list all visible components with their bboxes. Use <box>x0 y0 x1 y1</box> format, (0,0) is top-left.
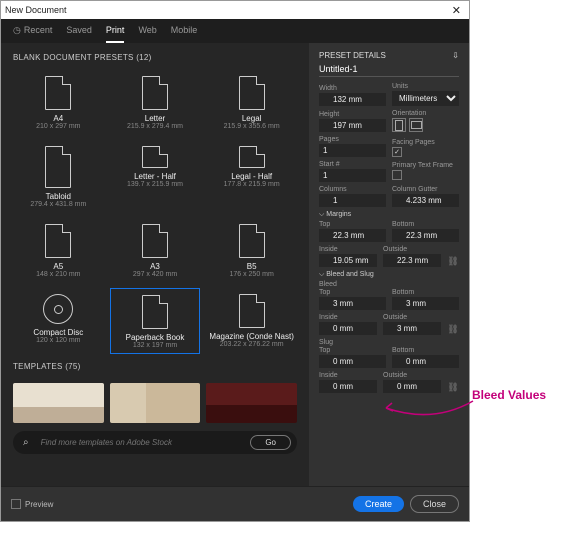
page-icon <box>142 146 168 168</box>
preset-legal[interactable]: Legal215.9 x 355.6 mm <box>206 70 297 134</box>
preset-a3[interactable]: A3297 x 420 mm <box>110 218 201 282</box>
template-strip <box>13 383 297 423</box>
preview-checkbox[interactable] <box>11 499 21 509</box>
start-number-input[interactable] <box>319 169 386 182</box>
titlebar: New Document ✕ <box>1 1 469 19</box>
search-input[interactable] <box>41 438 243 447</box>
bleed-bottom-input[interactable] <box>392 297 459 310</box>
bleed-slug-group[interactable]: Bleed and Slug <box>319 271 459 279</box>
pages-input[interactable] <box>319 144 386 157</box>
slug-top-input[interactable] <box>319 355 386 368</box>
preset-tabloid[interactable]: Tabloid279.4 x 431.8 mm <box>13 140 104 212</box>
preset-a5[interactable]: A5148 x 210 mm <box>13 218 104 282</box>
save-preset-icon[interactable]: ⇩ <box>452 51 459 60</box>
templates-heading: TEMPLATES (75) <box>13 362 297 371</box>
page-icon <box>239 146 265 168</box>
template-thumb[interactable] <box>206 383 297 423</box>
category-tabs: ◷Recent Saved Print Web Mobile <box>1 19 469 43</box>
height-input[interactable] <box>319 119 386 132</box>
margin-bottom-input[interactable] <box>392 229 459 242</box>
slug-inside-input[interactable] <box>319 380 377 393</box>
preset-grid: A4210 x 297 mm Letter215.9 x 279.4 mm Le… <box>13 70 297 354</box>
page-icon <box>239 76 265 110</box>
template-thumb[interactable] <box>13 383 104 423</box>
tab-recent[interactable]: ◷Recent <box>13 25 52 43</box>
document-name-field[interactable]: Untitled-1 <box>319 64 459 77</box>
slug-bottom-input[interactable] <box>392 355 459 368</box>
bleed-outside-input[interactable] <box>383 322 441 335</box>
orientation-portrait[interactable] <box>392 118 406 132</box>
presets-heading: BLANK DOCUMENT PRESETS (12) <box>13 53 297 62</box>
search-row: ⌕ Go <box>13 431 297 454</box>
preset-details-heading: PRESET DETAILS <box>319 51 386 60</box>
preset-b5[interactable]: B5176 x 250 mm <box>206 218 297 282</box>
page-icon <box>142 224 168 258</box>
close-icon[interactable]: ✕ <box>448 4 465 17</box>
tab-mobile[interactable]: Mobile <box>171 25 198 43</box>
clock-icon: ◷ <box>13 25 21 35</box>
page-icon <box>45 146 71 188</box>
gutter-input[interactable] <box>392 194 459 207</box>
margin-inside-input[interactable] <box>319 254 377 267</box>
window-title: New Document <box>5 5 67 15</box>
units-select[interactable]: Millimeters <box>392 91 459 106</box>
tab-web[interactable]: Web <box>138 25 156 43</box>
width-input[interactable] <box>319 93 386 106</box>
dialog-footer: Preview Create Close <box>1 486 469 521</box>
margin-top-input[interactable] <box>319 229 386 242</box>
bleed-top-input[interactable] <box>319 297 386 310</box>
margins-group[interactable]: Margins <box>319 211 459 219</box>
preset-a4[interactable]: A4210 x 297 mm <box>13 70 104 134</box>
preset-compact-disc[interactable]: Compact Disc120 x 120 mm <box>13 288 104 354</box>
facing-pages-checkbox[interactable]: ✓ <box>392 147 402 157</box>
page-icon <box>142 76 168 110</box>
create-button[interactable]: Create <box>353 496 404 512</box>
go-button[interactable]: Go <box>250 435 291 450</box>
link-margins-icon[interactable]: ⛓ <box>447 256 459 267</box>
link-bleed-icon[interactable]: ⛓ <box>447 324 459 335</box>
preset-legal-half[interactable]: Legal - Half177.8 x 215.9 mm <box>206 140 297 212</box>
preset-details-panel: PRESET DETAILS⇩ Untitled-1 Width UnitsMi… <box>309 43 469 486</box>
page-icon <box>45 76 71 110</box>
bleed-inside-input[interactable] <box>319 322 377 335</box>
page-icon <box>239 294 265 328</box>
page-icon <box>142 295 168 329</box>
tab-saved[interactable]: Saved <box>66 25 92 43</box>
page-icon <box>239 224 265 258</box>
preset-magazine[interactable]: Magazine (Conde Nast)203.22 x 276.22 mm <box>206 288 297 354</box>
tab-print[interactable]: Print <box>106 25 125 43</box>
preset-letter[interactable]: Letter215.9 x 279.4 mm <box>110 70 201 134</box>
page-icon <box>45 224 71 258</box>
template-thumb[interactable] <box>110 383 201 423</box>
annotation-label: Bleed Values <box>472 388 546 402</box>
search-icon: ⌕ <box>19 437 33 448</box>
margin-outside-input[interactable] <box>383 254 441 267</box>
preset-paperback-book[interactable]: Paperback Book132 x 197 mm <box>110 288 201 354</box>
orientation-landscape[interactable] <box>409 118 423 132</box>
preset-letter-half[interactable]: Letter - Half139.7 x 215.9 mm <box>110 140 201 212</box>
new-document-dialog: New Document ✕ ◷Recent Saved Print Web M… <box>0 0 470 522</box>
disc-icon <box>43 294 73 324</box>
left-panel: BLANK DOCUMENT PRESETS (12) A4210 x 297 … <box>1 43 309 486</box>
link-slug-icon[interactable]: ⛓ <box>447 382 459 393</box>
columns-input[interactable] <box>319 194 386 207</box>
slug-outside-input[interactable] <box>383 380 441 393</box>
primary-text-frame-checkbox[interactable] <box>392 170 402 180</box>
close-button[interactable]: Close <box>410 495 459 513</box>
